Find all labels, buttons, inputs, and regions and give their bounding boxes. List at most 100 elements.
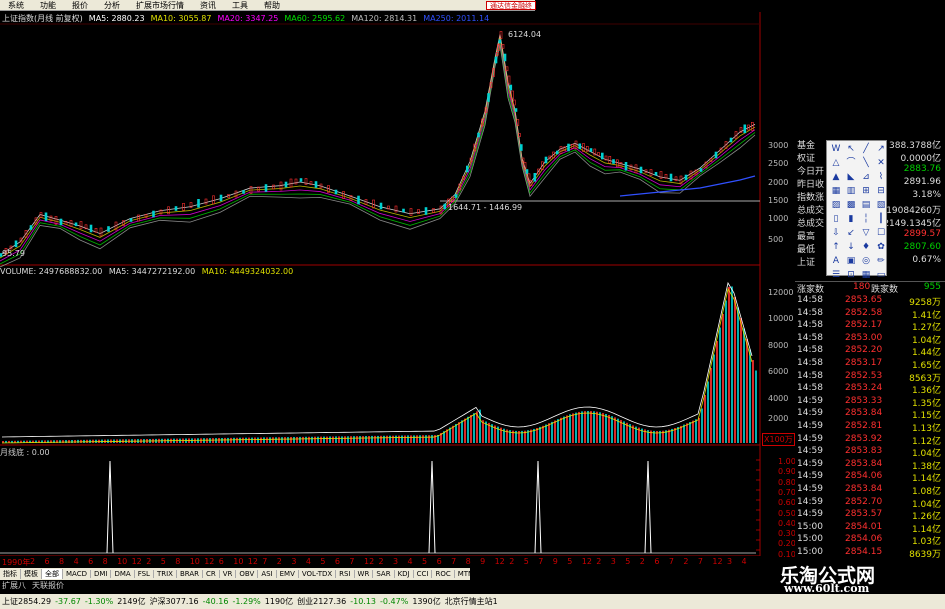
drawing-tool-icon[interactable]: ╲ (859, 157, 873, 170)
drawing-tool-icon[interactable]: ▯ (829, 213, 843, 226)
tick-row: 14:59 2852.81 1.13亿 (795, 421, 945, 434)
drawing-tool-icon[interactable]: ☐ (874, 227, 888, 240)
drawing-tool-icon[interactable]: A (829, 255, 843, 268)
candle (503, 53, 507, 62)
volume-bar (596, 411, 598, 443)
drawing-tool-icon[interactable]: ✏ (874, 255, 888, 268)
indicator-tab[interactable]: CR (203, 570, 220, 578)
drawing-tool-icon[interactable]: ⊞ (859, 185, 873, 198)
indicator-tab[interactable]: VR (220, 570, 237, 578)
indicator-tab[interactable]: OBV (236, 570, 259, 578)
drawing-tool-icon[interactable]: ▭ (874, 269, 888, 282)
tick-price: 2854.06 (845, 471, 883, 482)
drawing-tool-icon[interactable]: ⊟ (874, 185, 888, 198)
candle (432, 208, 435, 213)
volume-bar (326, 436, 328, 443)
volume-bar (278, 437, 280, 443)
volume-bar (710, 368, 712, 443)
volume-bar (392, 435, 394, 443)
indicator-tab[interactable]: BRAR (177, 570, 203, 578)
drawing-tool-icon[interactable]: ▤ (859, 199, 873, 212)
indicator-tab[interactable]: TRIX (154, 570, 177, 578)
indicator-tab[interactable]: SAR (373, 570, 395, 578)
indicator-tab[interactable]: 指标 (0, 569, 21, 579)
indicator-tab[interactable]: 全部 (42, 569, 63, 579)
drawing-tool-icon[interactable]: △ (829, 157, 843, 170)
drawing-tool-icon[interactable]: ↗ (874, 143, 888, 156)
indicator-tab[interactable]: DMA (111, 570, 135, 578)
volume-bar (206, 438, 208, 443)
date-tick-label: 6 (334, 557, 340, 566)
drawing-tool-icon[interactable]: ⊿ (859, 171, 873, 184)
drawing-tool-icon[interactable]: ▮ (844, 213, 858, 226)
drawing-tool-icon[interactable]: ✿ (874, 241, 888, 254)
drawing-tool-icon[interactable]: ▣ (844, 255, 858, 268)
expand-label[interactable]: 扩展八 (2, 580, 26, 591)
date-tick-label: 3 (610, 557, 616, 566)
tick-price: 2852.58 (845, 307, 883, 318)
volume-bar (80, 439, 82, 443)
date-tick-label: 1990年 (2, 558, 31, 567)
drawing-tool-icon[interactable]: ╎ (859, 213, 873, 226)
indicator-tab[interactable]: 模板 (21, 569, 42, 579)
volume-bar (431, 435, 433, 443)
tick-time: 14:58 (797, 383, 823, 394)
drawing-tool-icon[interactable]: W (829, 143, 843, 156)
volume-bar (215, 438, 217, 443)
drawing-tool-icon[interactable]: ▲ (829, 171, 843, 184)
candle (417, 209, 420, 214)
candle (669, 173, 673, 182)
drawing-tool-icon[interactable]: ✕ (874, 157, 888, 170)
indicator-tab[interactable]: RSI (336, 570, 355, 578)
drawing-tool-icon[interactable]: ↑ (829, 241, 843, 254)
indicator-tab[interactable]: MTM (455, 570, 470, 578)
stat-value: 3.18% (912, 190, 941, 200)
drawing-tool-icon[interactable]: ↓ (844, 241, 858, 254)
drawing-tool-icon[interactable]: ◎ (859, 255, 873, 268)
indicator-tab[interactable]: ROC (432, 570, 455, 578)
drawing-tool-icon[interactable]: ↖ (844, 143, 858, 156)
date-tick-label: 7 (697, 557, 703, 566)
tick-volume: 1.12亿 (911, 436, 941, 447)
quote-link[interactable]: 天联报价 (32, 580, 64, 591)
drawing-tool-icon[interactable]: ⌇ (874, 171, 888, 184)
indicator-tab[interactable]: CCI (414, 570, 433, 578)
volume-bar (233, 437, 235, 443)
drawing-tool-icon[interactable]: ↙ (844, 227, 858, 240)
drawing-tool-icon[interactable]: ▨ (829, 199, 843, 212)
indicator-tab[interactable]: EMV (277, 570, 299, 578)
indicator-tab[interactable]: VOL-TDX (299, 570, 337, 578)
volume-tick-label: 12000 (768, 288, 794, 297)
drawing-tool-icon[interactable]: ▦ (859, 269, 873, 282)
volume-bar (464, 418, 466, 443)
volume-bar (410, 435, 412, 443)
drawing-tool-icon[interactable]: ◣ (844, 171, 858, 184)
drawing-tool-icon[interactable]: ⊡ (844, 269, 858, 282)
drawing-tool-icon[interactable]: ┃ (874, 213, 888, 226)
indicator-tab[interactable]: MACD (63, 570, 91, 578)
indicator-tab[interactable]: FSL (135, 570, 154, 578)
tick-row: 14:58 2853.24 1.36亿 (795, 383, 945, 396)
volume-bar (587, 411, 589, 443)
drawing-tool-icon[interactable]: ⌒ (844, 157, 858, 170)
stat-key: 总成交 (797, 219, 825, 229)
tick-price: 2853.84 (845, 484, 883, 494)
drawing-tool-icon[interactable]: ⇩ (829, 227, 843, 240)
indicator-tab[interactable]: DMI (91, 570, 112, 578)
volume-bar (404, 435, 406, 443)
drawing-tool-icon[interactable]: ▩ (844, 199, 858, 212)
drawing-tool-icon[interactable]: ♦ (859, 241, 873, 254)
volume-bar (686, 423, 688, 443)
volume-bar (302, 436, 304, 443)
drawing-tool-icon[interactable]: ▥ (844, 185, 858, 198)
price-tick-label: 3000 (768, 141, 789, 150)
indicator-tab[interactable]: ASI (258, 570, 277, 578)
drawing-tool-icon[interactable]: ▧ (874, 199, 888, 212)
drawing-tool-icon[interactable]: ╱ (859, 143, 873, 156)
volume-bar (551, 421, 553, 443)
indicator-tab[interactable]: KDJ (395, 570, 414, 578)
drawing-tool-icon[interactable]: ▽ (859, 227, 873, 240)
indicator-tab[interactable]: WR (355, 570, 374, 578)
drawing-tool-icon[interactable]: ▦ (829, 185, 843, 198)
drawing-tool-icon[interactable]: ☰ (829, 269, 843, 282)
